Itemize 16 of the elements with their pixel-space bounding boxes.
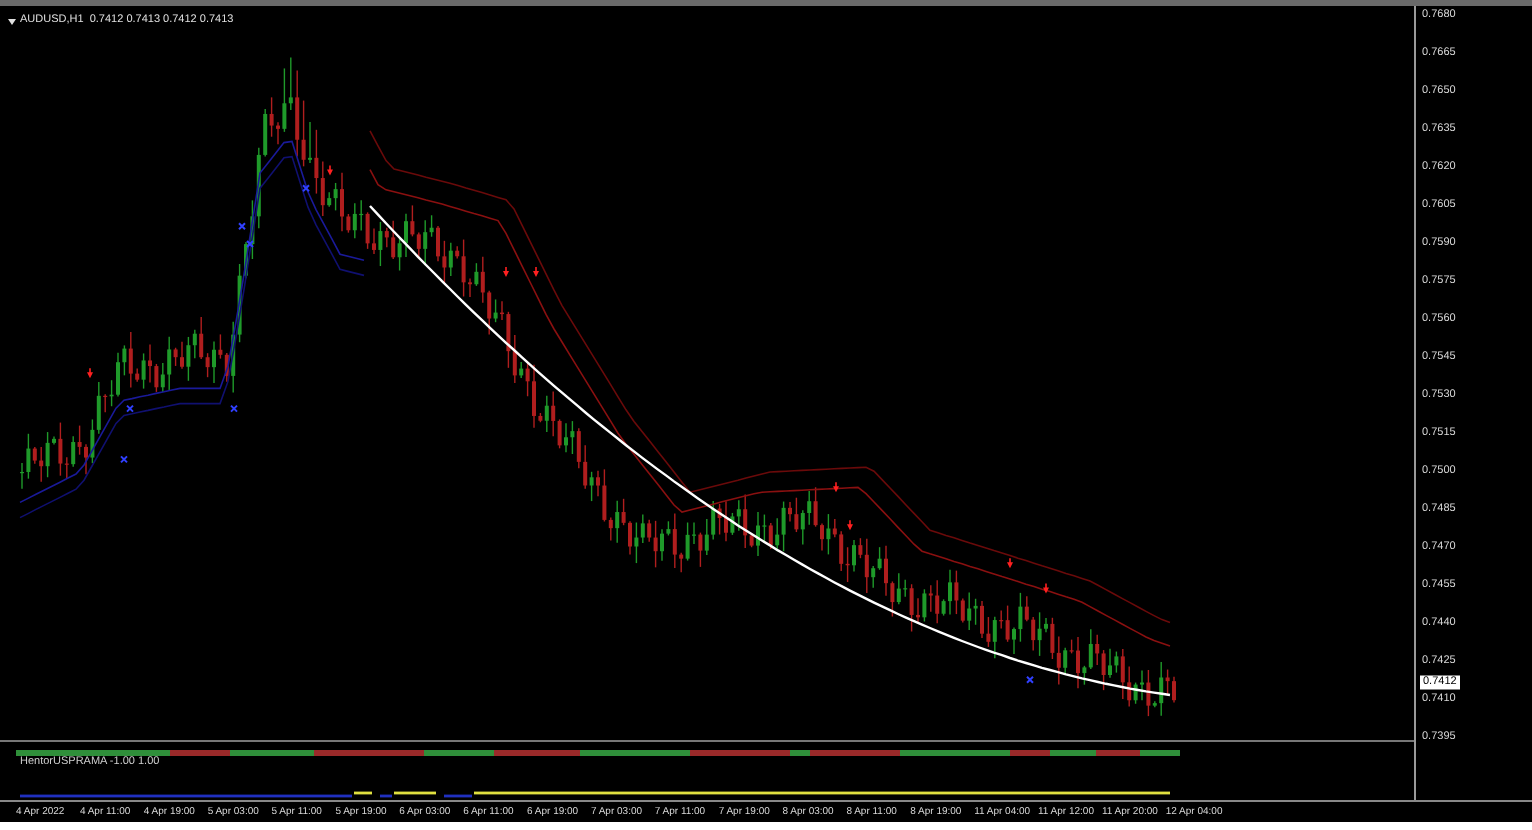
down-arrow-icon — [1043, 583, 1049, 594]
cross-marker-icon — [302, 184, 310, 193]
down-arrow-icon — [1007, 558, 1013, 569]
down-arrow-icon — [327, 165, 333, 176]
down-arrow-icon — [87, 368, 93, 379]
dropdown-triangle-icon[interactable] — [8, 17, 16, 26]
cross-marker-icon — [238, 222, 246, 231]
down-arrow-icon — [533, 266, 539, 277]
cross-marker-icon — [126, 404, 134, 413]
cross-marker-icon — [246, 240, 254, 248]
cross-marker-icon — [120, 455, 128, 464]
cross-marker-icon — [230, 404, 238, 413]
down-arrow-icon — [833, 482, 839, 493]
down-arrow-icon — [503, 266, 509, 277]
cross-marker-icon — [1026, 675, 1034, 684]
down-arrow-icon — [847, 520, 853, 531]
